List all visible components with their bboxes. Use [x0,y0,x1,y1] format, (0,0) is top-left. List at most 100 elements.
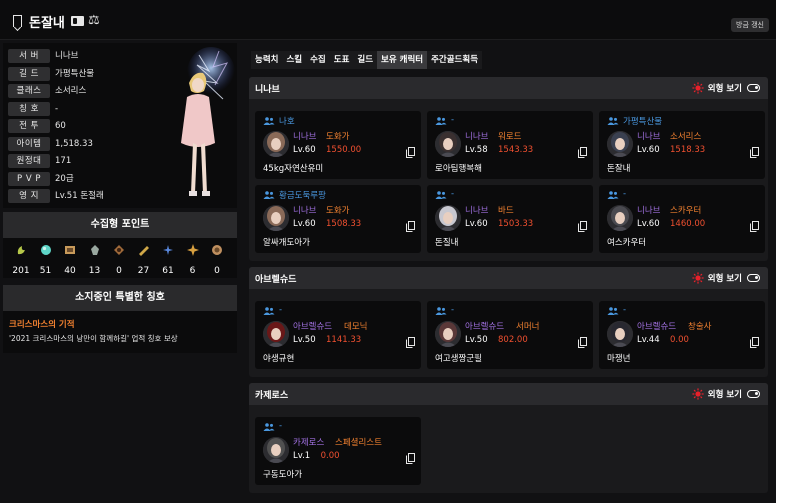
info-row: 클래스 소서리스 [8,84,148,98]
character-item-level: 1460.00 [670,219,706,229]
character-server: 니나브 [465,206,489,216]
copy-icon[interactable] [406,221,415,232]
users-icon [263,191,275,199]
character-nickname: 여스카우터 [607,238,647,248]
copy-icon[interactable] [750,221,759,232]
info-label: 칭 호 [8,101,50,116]
character-item-level: 1141.33 [326,335,362,345]
collectible-item[interactable]: 51 [34,244,58,276]
character-card[interactable]: - 아브렐슈드 서머너 Lv.50 802.00 여고생짱군필 [427,301,593,369]
character-info-panel: 서 버 니나브 길 드 가평특산물 클래스 소서리스 칭 호-전 투 60 아이템 1,518.3… [3,43,237,208]
app-root: 돈잘내 ⚖ 방금 갱신 서 버 니나브 길 드 가평특산물 클래스 소서리스 칭 호-전 투… [0,0,776,503]
collectible-item[interactable]: 61 [156,244,180,276]
info-value: 1,518.33 [55,138,93,149]
copy-icon[interactable] [406,453,415,464]
copy-icon[interactable] [750,147,759,158]
character-portrait [435,321,461,347]
copy-icon[interactable] [406,337,415,348]
users-icon [263,117,275,125]
collectibles-panel: 수집형 포인트 201 51 40 13 0 27 61 6 0 [3,212,237,278]
info-label: 영 지 [8,189,50,203]
character-class: 데모닉 [344,322,368,332]
character-level: Lv.60 [637,219,660,229]
character-card[interactable]: - 니나브 워로드 Lv.58 1543.33 로아팀행복해 [427,111,593,179]
id-card-icon[interactable] [71,16,84,26]
character-card[interactable]: - 아브렐슈드 데모닉 Lv.50 1141.33 야생규현 [255,301,421,369]
tab-item[interactable]: 주간골드획득 [427,51,482,69]
collectible-item[interactable]: 0 [205,244,229,276]
scale-icon[interactable]: ⚖ [88,13,100,28]
character-class: 소서리스 [670,132,702,142]
character-portrait [263,437,289,463]
collectible-item[interactable]: 27 [132,244,156,276]
copy-icon[interactable] [750,337,759,348]
character-server: 니나브 [637,206,661,216]
tab-item[interactable]: 능력치 [251,51,282,69]
character-nickname: 돈질내 [435,238,459,248]
character-nickname: 돈잘내 [607,164,631,174]
refresh-button[interactable]: 방금 갱신 [731,18,769,32]
copy-icon[interactable] [406,147,415,158]
appearance-toggle[interactable]: 외형 보기 [680,82,760,94]
info-row: 전 투 60 [8,119,148,133]
collectible-count: 201 [12,266,30,276]
info-value: 소서리스 [55,86,87,96]
tab-item[interactable]: 길드 [353,51,377,69]
character-item-level: 0.00 [320,451,340,461]
toggle-icon [747,390,760,398]
collectible-item[interactable]: 40 [58,244,82,276]
character-class: 워로드 [498,132,522,142]
sea-bounty-icon [138,246,149,256]
guild-name: - [279,421,283,431]
character-avatar [181,47,235,196]
info-label: 원정대 [8,154,50,168]
character-level: Lv.50 [293,335,316,345]
tab-item[interactable]: 스킬 [282,51,306,69]
character-class: 스페셜리스트 [335,438,382,448]
collectible-item[interactable]: 13 [83,244,107,276]
server-name: 아브렐슈드 [255,275,297,285]
collectibles-row: 201 51 40 13 0 27 61 6 0 [9,244,231,282]
character-item-level: 1543.33 [498,145,534,155]
info-value: 니나브 [55,51,79,61]
collectible-item[interactable]: 0 [107,244,131,276]
bookmark-icon[interactable] [13,15,22,27]
character-nickname: 로아팀행복해 [435,164,482,174]
character-server: 니나브 [637,132,661,142]
character-item-level: 1503.33 [498,219,534,229]
info-label: 전 투 [8,119,50,133]
server-section: 아브렐슈드 외형 보기 - 아브렐슈드 데모닉 Lv.50 1141.33 야생규현 - 아브렐슈… [249,267,768,377]
character-portrait [607,205,633,231]
appearance-toggle[interactable]: 외형 보기 [680,388,760,400]
great-art-icon [65,246,75,254]
character-card[interactable]: 나호 니나브 도화가 Lv.60 1550.00 45kg자연산유미 [255,111,421,179]
character-card[interactable]: 가평특산물 니나브 소서리스 Lv.60 1518.33 돈잘내 [599,111,765,179]
character-card[interactable]: 황금도둑루팡 니나브 도화가 Lv.60 1508.33 알싸개도아가 [255,185,421,253]
character-portrait [435,131,461,157]
copy-icon[interactable] [578,221,587,232]
tab-item[interactable]: 보유 캐릭터 [377,51,428,69]
info-row: P V P 20급 [8,171,148,186]
copy-icon[interactable] [578,147,587,158]
profile-tabs: 능력치 스킬 수집 도표 길드 보유 캐릭터 주간골드획득 [251,51,483,69]
info-label: 서 버 [8,49,50,63]
character-nickname: 알싸개도아가 [263,238,310,248]
character-card[interactable]: - 카제로스 스페셜리스트 Lv.1 0.00 구동도아가 [255,417,421,485]
character-card[interactable]: - 아브렐슈드 창술사 Lv.44 0.00 마쟁년 [599,301,765,369]
collectible-item[interactable]: 201 [9,244,33,276]
copy-icon[interactable] [578,337,587,348]
character-name: 돈잘내 [29,16,65,31]
guild-name: - [451,189,455,199]
character-item-level: 802.00 [498,335,528,345]
tab-item[interactable]: 수집 [306,51,330,69]
guild-name: 나호 [279,117,295,127]
server-section: 니나브 외형 보기 나호 니나브 도화가 Lv.60 1550.00 45kg자연산유미 - 니나… [249,77,768,261]
character-portrait [607,131,633,157]
collectible-item[interactable]: 6 [181,244,205,276]
character-card[interactable]: - 니나브 스카우터 Lv.60 1460.00 여스카우터 [599,185,765,253]
character-server: 아브렐슈드 [465,322,505,332]
character-card[interactable]: - 니나브 바드 Lv.60 1503.33 돈질내 [427,185,593,253]
tab-item[interactable]: 도표 [330,51,354,69]
collectible-count: 0 [116,266,122,276]
appearance-toggle[interactable]: 외형 보기 [680,272,760,284]
